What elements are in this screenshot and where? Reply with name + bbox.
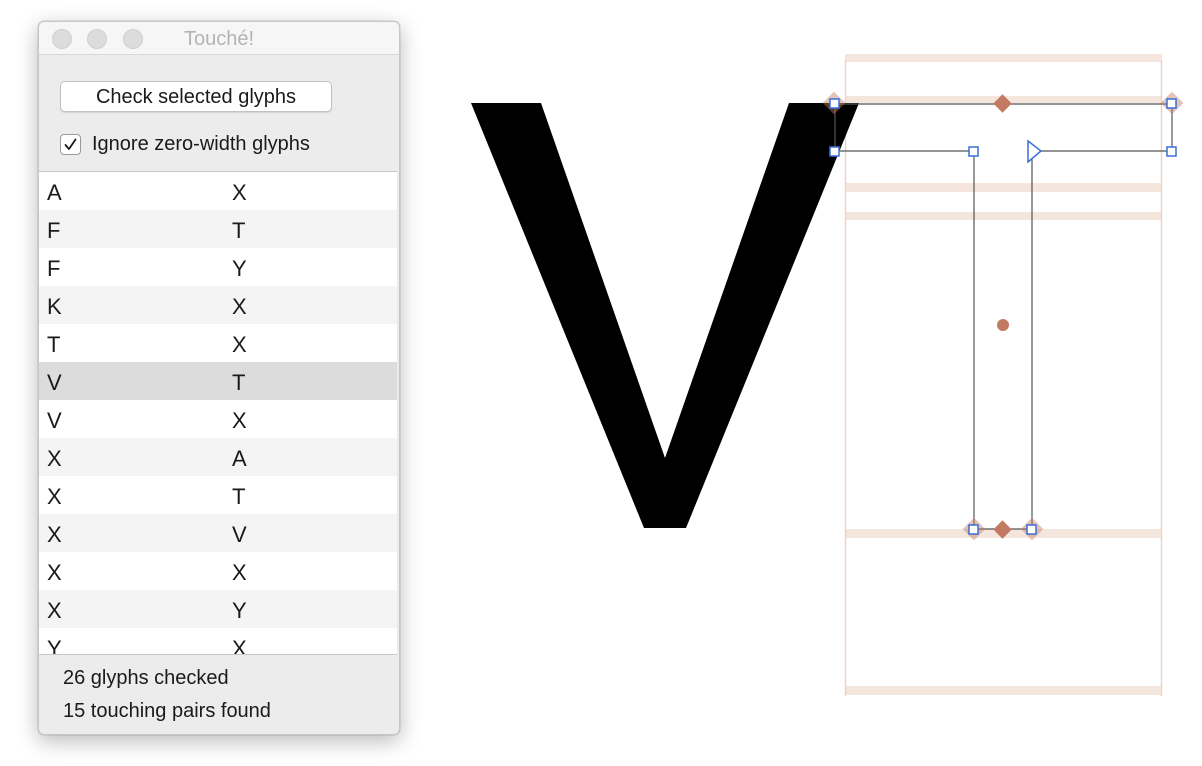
node-stem-left-top[interactable] (968, 146, 979, 157)
node-top-left[interactable] (829, 98, 840, 109)
outline-nodes[interactable] (829, 98, 1177, 535)
metrics-lines (844, 54, 1163, 696)
anchor-center[interactable] (997, 319, 1009, 331)
preview-glyph-v (471, 103, 859, 528)
node-stem-right-bottom[interactable] (1026, 524, 1037, 535)
node-stem-left-bottom[interactable] (968, 524, 979, 535)
node-crossbar-left[interactable] (829, 146, 840, 157)
glyph-canvas[interactable] (0, 0, 1202, 766)
node-crossbar-right[interactable] (1166, 146, 1177, 157)
node-top-right[interactable] (1166, 98, 1177, 109)
glyph-t-outline (834, 103, 1173, 530)
anchor-points[interactable] (822, 91, 1184, 541)
start-point-triangle[interactable] (1027, 139, 1043, 164)
